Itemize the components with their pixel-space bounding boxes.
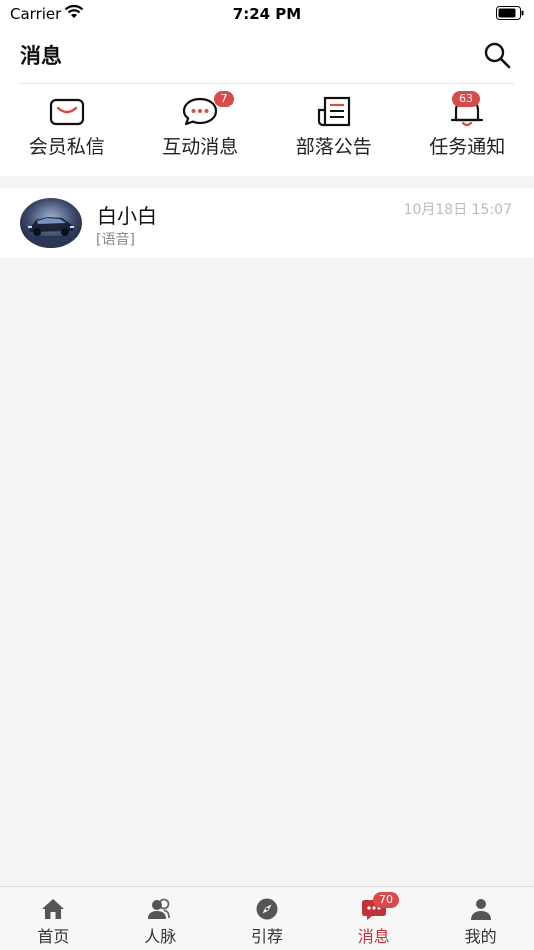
page-header: 消息 <box>0 34 534 84</box>
quick-action-label: 会员私信 <box>28 136 105 158</box>
status-bar: Carrier 7:24 PM <box>0 0 534 28</box>
messages-tab-badge: 70 <box>373 892 399 908</box>
quick-action-label: 互动消息 <box>162 136 239 158</box>
quick-action-label: 部落公告 <box>295 136 372 158</box>
tab-bar: 首页 人脉 引荐 消息 我的 <box>0 886 534 950</box>
home-icon <box>42 899 65 919</box>
tab-label: 引荐 <box>250 927 283 946</box>
contact-name: 白小白 <box>97 204 157 228</box>
tab-home[interactable]: 首页 <box>0 887 107 950</box>
tab-label: 我的 <box>464 927 497 946</box>
clock: 7:24 PM <box>232 5 302 23</box>
task-notifications-badge: 63 <box>452 91 480 107</box>
battery-icon <box>496 6 524 20</box>
search-icon[interactable] <box>482 40 512 70</box>
mail-icon <box>49 98 84 126</box>
tab-label: 首页 <box>37 927 70 946</box>
interactions-badge: 7 <box>214 91 234 107</box>
quick-action-interactions[interactable]: 互动消息 <box>134 88 268 168</box>
avatar <box>20 198 82 248</box>
tab-contacts[interactable]: 人脉 <box>107 887 214 950</box>
message-time: 10月18日 15:07 <box>403 202 512 218</box>
contacts-icon <box>148 898 171 919</box>
quick-action-member-messages[interactable]: 会员私信 <box>0 88 134 168</box>
document-icon <box>317 96 350 127</box>
page-title: 消息 <box>20 44 62 68</box>
compass-icon <box>256 898 278 920</box>
quick-action-announcements[interactable]: 部落公告 <box>267 88 401 168</box>
tab-label: 消息 <box>357 927 390 946</box>
list-item[interactable]: 白小白 [语音] 10月18日 15:07 <box>0 188 534 258</box>
message-preview: [语音] <box>96 232 135 248</box>
header-divider <box>20 83 514 84</box>
profile-icon <box>470 899 491 920</box>
tab-profile[interactable]: 我的 <box>427 887 534 950</box>
tab-label: 人脉 <box>144 927 177 946</box>
quick-action-label: 任务通知 <box>429 136 506 158</box>
tab-referral[interactable]: 引荐 <box>214 887 321 950</box>
